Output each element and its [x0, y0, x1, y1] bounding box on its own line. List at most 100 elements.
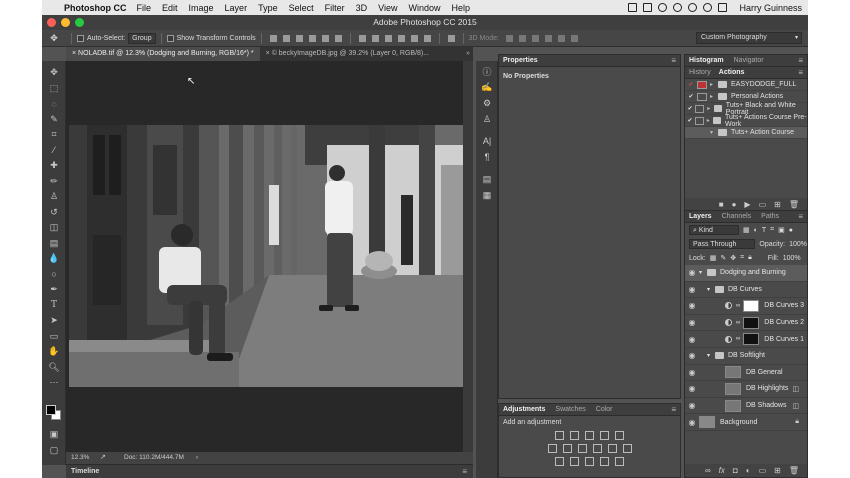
3d-scale-icon[interactable]: [557, 34, 565, 42]
share-icon[interactable]: ↗: [100, 452, 124, 464]
dialog-toggle[interactable]: [695, 116, 704, 125]
panel-menu-icon[interactable]: ≡: [671, 404, 676, 416]
gradient-map-icon[interactable]: [600, 457, 609, 466]
filter-pixel-icon[interactable]: ▦: [743, 226, 750, 234]
align-center-icon[interactable]: [321, 34, 329, 42]
layer-mask-thumbnail[interactable]: [743, 316, 760, 329]
new-group-icon[interactable]: ▭: [759, 466, 767, 475]
user-name[interactable]: Harry Guinness: [739, 3, 802, 13]
align-top-icon[interactable]: [269, 34, 277, 42]
layer-mask-thumbnail[interactable]: [743, 333, 760, 346]
tab-paths[interactable]: Paths: [761, 213, 779, 220]
play-icon[interactable]: ▶: [744, 200, 750, 209]
hand-tool-icon[interactable]: ✋: [42, 344, 66, 360]
visibility-eye-icon[interactable]: ◉: [685, 301, 699, 310]
layer-style-icon[interactable]: fx: [719, 466, 725, 475]
dialog-toggle[interactable]: [697, 129, 707, 137]
3d-slide-icon[interactable]: [544, 34, 552, 42]
expand-icon[interactable]: ▸: [710, 81, 718, 88]
auto-select-dropdown[interactable]: Group: [128, 32, 156, 44]
layer-row[interactable]: ◉ ▾ DB Curves: [685, 282, 807, 299]
info-icon[interactable]: ⓘ: [476, 63, 498, 79]
link-icon[interactable]: ∞: [736, 320, 740, 326]
hue-saturation-icon[interactable]: [547, 444, 557, 453]
panel-menu-icon[interactable]: ≡: [798, 55, 803, 67]
3d-roll-icon[interactable]: [518, 34, 526, 42]
distribute-middle-icon[interactable]: [371, 34, 379, 42]
tool-presets-icon[interactable]: ⚙: [476, 95, 498, 111]
lock-transparent-icon[interactable]: ▦: [710, 254, 717, 262]
check-icon[interactable]: ✔: [685, 93, 697, 100]
menu-layer[interactable]: Layer: [225, 3, 248, 13]
layer-row[interactable]: ◉ DB Shadows ◫: [685, 398, 807, 415]
eyedropper-tool-icon[interactable]: ⁄: [42, 143, 66, 159]
panel-menu-icon[interactable]: ≡: [462, 465, 467, 478]
align-right-icon[interactable]: [334, 34, 342, 42]
new-set-icon[interactable]: ▭: [759, 200, 767, 209]
selective-color-icon[interactable]: [615, 457, 624, 466]
tab-actions[interactable]: Actions: [719, 69, 745, 76]
filter-toggle-icon[interactable]: ●: [789, 227, 793, 234]
document-image[interactable]: [69, 125, 463, 387]
distribute-top-icon[interactable]: [358, 34, 366, 42]
menu-help[interactable]: Help: [451, 3, 470, 13]
move-tool-preset-icon[interactable]: ✥: [42, 33, 66, 44]
kind-filter-dropdown[interactable]: ⌕ Kind: [689, 225, 739, 235]
lock-all-icon[interactable]: 🔒︎: [748, 254, 752, 262]
lock-pixels-icon[interactable]: ✎: [720, 254, 726, 262]
action-set[interactable]: ✔ ▸ EASYDODGE_FULL: [685, 79, 807, 91]
layer-mask-thumbnail[interactable]: [743, 299, 760, 312]
threshold-icon[interactable]: [585, 457, 594, 466]
distribute-bottom-icon[interactable]: [384, 34, 392, 42]
blur-tool-icon[interactable]: 💧: [42, 251, 66, 267]
paragraph-icon[interactable]: ¶: [476, 149, 498, 165]
type-tool-icon[interactable]: T: [42, 298, 66, 314]
canvas-scrollbar[interactable]: [463, 61, 473, 452]
marquee-tool-icon[interactable]: ⬚: [42, 81, 66, 97]
panel-menu-icon[interactable]: ≡: [798, 211, 803, 223]
invert-icon[interactable]: [555, 457, 564, 466]
eraser-tool-icon[interactable]: ◫: [42, 220, 66, 236]
stop-icon[interactable]: ■: [719, 200, 724, 209]
status-menu-icon[interactable]: ›: [196, 452, 198, 464]
timeline-panel[interactable]: Timeline ≡: [66, 464, 473, 478]
visibility-eye-icon[interactable]: ◉: [685, 351, 699, 360]
lock-artboard-icon[interactable]: ⌗: [740, 254, 744, 262]
visibility-eye-icon[interactable]: ◉: [685, 384, 699, 393]
more-tools-icon[interactable]: ⋯: [42, 375, 66, 391]
brush-tool-icon[interactable]: ✏: [42, 174, 66, 190]
tab-histogram[interactable]: Histogram: [689, 57, 724, 64]
tab-swatches[interactable]: Swatches: [555, 406, 585, 413]
foreground-color-swatch[interactable]: [46, 405, 56, 415]
menu-filter[interactable]: Filter: [325, 3, 345, 13]
layer-row[interactable]: ◉ ▾ Dodging and Burning: [685, 265, 807, 282]
visibility-eye-icon[interactable]: ◉: [685, 318, 699, 327]
fill-value[interactable]: 100%: [783, 255, 801, 262]
layer-thumbnail[interactable]: [725, 382, 741, 395]
character-icon[interactable]: A|: [476, 133, 498, 149]
properties-title[interactable]: Properties: [503, 57, 538, 64]
layer-thumbnail[interactable]: [699, 416, 715, 429]
list-icon[interactable]: [718, 3, 728, 12]
color-lookup-icon[interactable]: [622, 444, 632, 453]
link-layers-icon[interactable]: ∞: [705, 466, 711, 475]
visibility-eye-icon[interactable]: ◉: [685, 368, 699, 377]
visibility-eye-icon[interactable]: ◉: [685, 335, 699, 344]
3d-pan-icon[interactable]: [531, 34, 539, 42]
3d-orbit-icon[interactable]: [505, 34, 513, 42]
photo-filter-icon[interactable]: [592, 444, 602, 453]
filter-smart-icon[interactable]: ▣: [778, 226, 785, 234]
menu-view[interactable]: View: [378, 3, 397, 13]
dialog-toggle[interactable]: [697, 92, 707, 101]
tab-navigator[interactable]: Navigator: [734, 57, 764, 64]
expand-icon[interactable]: ▸: [710, 93, 718, 100]
tab-history[interactable]: History: [689, 69, 711, 76]
collapse-icon[interactable]: ▾: [710, 129, 718, 136]
distribute-center-icon[interactable]: [410, 34, 418, 42]
menu-select[interactable]: Select: [289, 3, 314, 13]
layer-row[interactable]: ◉ ▾ DB Softlight: [685, 348, 807, 365]
align-bottom-icon[interactable]: [295, 34, 303, 42]
zoom-tool-icon[interactable]: 🔍︎: [42, 360, 66, 376]
add-mask-icon[interactable]: ◘: [733, 466, 738, 475]
menu-file[interactable]: File: [137, 3, 152, 13]
